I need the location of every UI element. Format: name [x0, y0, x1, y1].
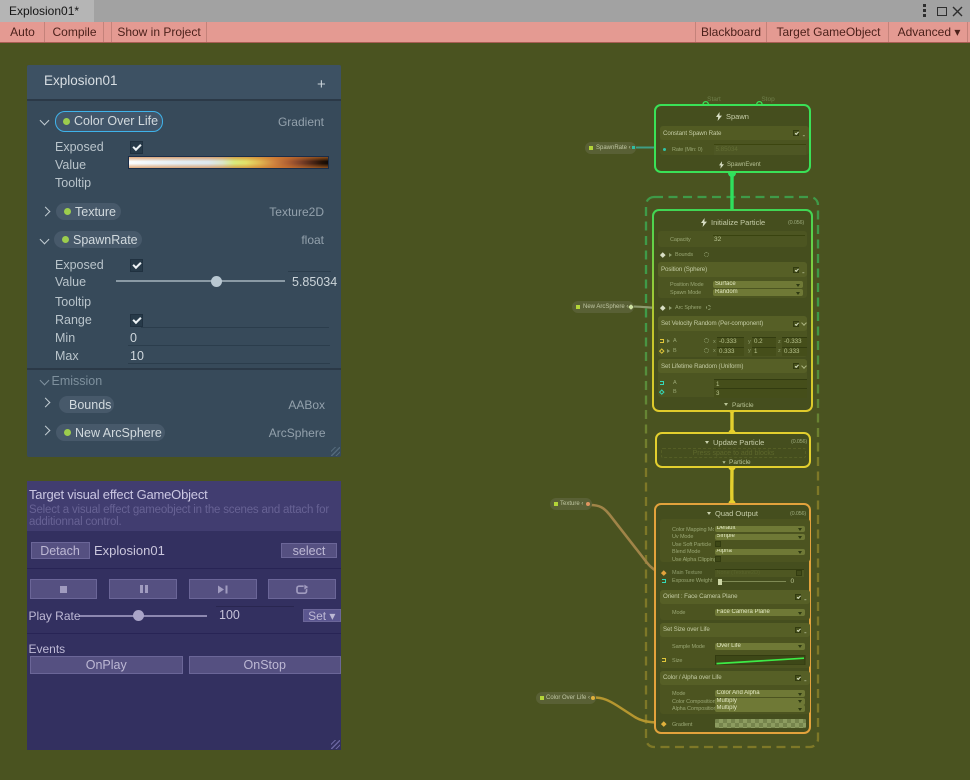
svg-text:Stop: Stop	[761, 96, 775, 103]
svg-text:Start: Start	[707, 96, 721, 103]
